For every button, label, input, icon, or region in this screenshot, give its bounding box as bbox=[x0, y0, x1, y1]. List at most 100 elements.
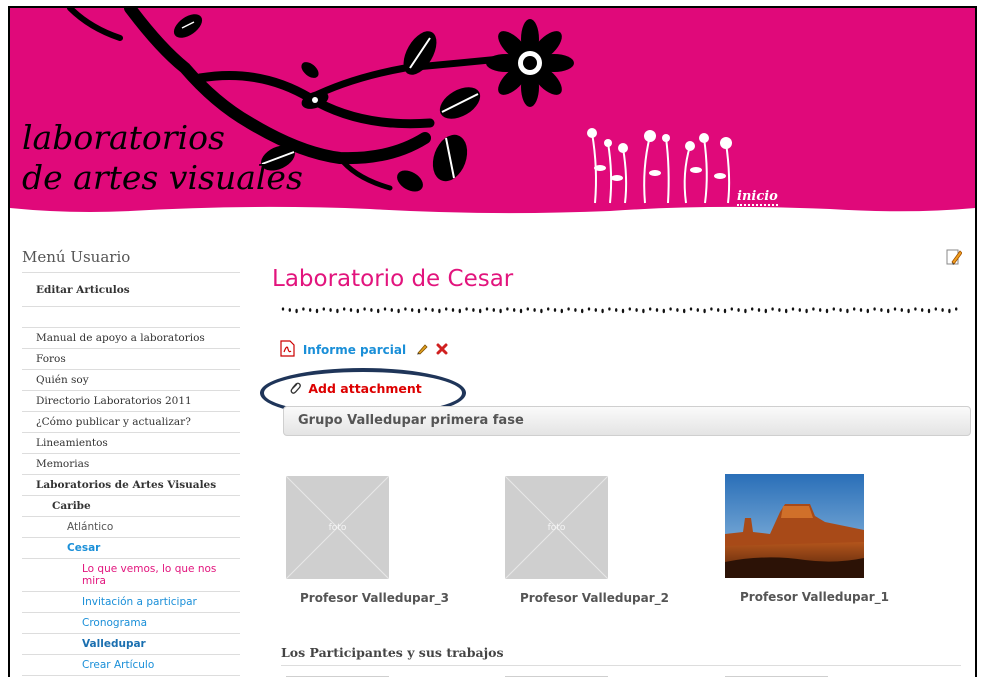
divider-dot bbox=[383, 307, 387, 311]
photo-placeholder-label: foto bbox=[547, 523, 566, 533]
divider-dot bbox=[445, 307, 448, 311]
menu-item-foros[interactable]: Foros bbox=[22, 349, 240, 370]
divider-dot bbox=[941, 308, 944, 312]
divider-dot bbox=[900, 308, 903, 312]
delete-icon[interactable] bbox=[436, 343, 448, 358]
divider-dot bbox=[553, 308, 557, 312]
divider-dot bbox=[669, 307, 672, 311]
divider-dot bbox=[519, 308, 523, 314]
divider-dot bbox=[676, 308, 679, 312]
divider-dot bbox=[288, 308, 291, 312]
divider-dot bbox=[397, 308, 400, 314]
menu-item-quien-soy[interactable]: Quién soy bbox=[22, 370, 240, 391]
menu-item-caribe[interactable]: Caribe bbox=[22, 496, 240, 517]
divider-dot bbox=[689, 307, 693, 311]
group-title-bar: Grupo Valledupar primera fase bbox=[283, 406, 971, 436]
divider-dot bbox=[846, 308, 849, 314]
divider-dot bbox=[281, 307, 285, 311]
divider-dot bbox=[601, 308, 604, 314]
divider-dot bbox=[608, 307, 611, 311]
divider-dot bbox=[295, 308, 298, 314]
divider-dot bbox=[485, 307, 489, 311]
site-logo-line2: de artes visuales bbox=[22, 158, 303, 197]
divider-dot bbox=[839, 308, 842, 312]
divider-dot bbox=[567, 307, 570, 311]
divider-dot bbox=[948, 308, 951, 314]
desert-landscape-image bbox=[725, 474, 864, 578]
page-frame: laboratorios de artes visuales inicio Me… bbox=[8, 6, 977, 677]
divider-dot bbox=[703, 308, 706, 314]
divider-dot bbox=[662, 308, 665, 314]
page-title: Laboratorio de Cesar bbox=[272, 266, 514, 292]
site-logo-line1: laboratorios bbox=[22, 118, 225, 157]
divider-dot bbox=[730, 307, 733, 311]
menu-item-memorias[interactable]: Memorias bbox=[22, 454, 240, 475]
pencil-icon[interactable] bbox=[416, 343, 428, 358]
menu-title: Menú Usuario bbox=[22, 248, 240, 273]
divider-dot bbox=[764, 308, 767, 314]
title-dotted-divider bbox=[281, 307, 958, 314]
divider-dot bbox=[615, 308, 618, 312]
menu-item-atlantico[interactable]: Atlántico bbox=[22, 517, 240, 538]
edit-page-icon[interactable] bbox=[946, 248, 963, 266]
menu-item-valledupar[interactable]: Valledupar bbox=[22, 634, 240, 655]
divider-dot bbox=[370, 308, 373, 312]
divider-dot bbox=[329, 308, 332, 312]
informe-parcial-link[interactable]: Informe parcial bbox=[303, 343, 406, 357]
user-menu-sidebar: Menú Usuario Editar Articulos Manual de … bbox=[22, 248, 240, 676]
divider-dot bbox=[417, 308, 421, 314]
photo-thumbnail-1[interactable] bbox=[725, 474, 864, 578]
divider-dot bbox=[424, 307, 427, 311]
divider-dot bbox=[594, 308, 597, 312]
divider-dot bbox=[866, 308, 869, 314]
divider-dot bbox=[791, 307, 795, 311]
divider-dot bbox=[560, 308, 563, 314]
divider-dot bbox=[540, 308, 543, 314]
divider-dot bbox=[513, 308, 516, 312]
divider-dot bbox=[710, 307, 713, 311]
menu-item-invitacion[interactable]: Invitación a participar bbox=[22, 592, 240, 613]
menu-item-laboratorios[interactable]: Laboratorios de Artes Visuales bbox=[22, 475, 240, 496]
inicio-link[interactable]: inicio bbox=[737, 189, 778, 206]
menu-item-lo-que-vemos[interactable]: Lo que vemos, lo que nos mira bbox=[22, 559, 240, 592]
divider-dot bbox=[778, 308, 781, 312]
divider-dot bbox=[853, 307, 856, 311]
photo-caption-1[interactable]: Profesor Valledupar_1 bbox=[740, 590, 889, 604]
photo-thumbnail-3[interactable]: foto bbox=[286, 476, 389, 579]
menu-item-cronograma[interactable]: Cronograma bbox=[22, 613, 240, 634]
divider-dot bbox=[526, 307, 529, 311]
divider-dot bbox=[683, 308, 686, 314]
divider-dot bbox=[343, 307, 346, 311]
divider-dot bbox=[744, 308, 747, 314]
menu-item-como-publicar[interactable]: ¿Cómo publicar y actualizar? bbox=[22, 412, 240, 433]
divider-dot bbox=[955, 307, 958, 311]
divider-dot bbox=[349, 308, 353, 312]
photo-thumbnail-2[interactable]: foto bbox=[505, 476, 608, 579]
divider-dot bbox=[723, 308, 727, 314]
divider-dot bbox=[893, 307, 897, 311]
divider-dot bbox=[574, 308, 577, 312]
pdf-icon[interactable] bbox=[280, 340, 295, 360]
menu-item-crear-articulo[interactable]: Crear Artículo bbox=[22, 655, 240, 676]
divider-dot bbox=[506, 307, 509, 311]
menu-item-manual[interactable]: Manual de apoyo a laboratorios bbox=[22, 327, 240, 349]
header-banner: laboratorios de artes visuales inicio bbox=[10, 8, 975, 218]
divider-dot bbox=[322, 307, 325, 311]
divider-dot bbox=[819, 308, 822, 312]
divider-dot bbox=[805, 308, 808, 314]
photo-caption-2[interactable]: Profesor Valledupar_2 bbox=[520, 591, 669, 605]
divider-dot bbox=[438, 308, 441, 314]
menu-item-cesar[interactable]: Cesar bbox=[22, 538, 240, 559]
photo-caption-3[interactable]: Profesor Valledupar_3 bbox=[300, 591, 449, 605]
section-heading: Los Participantes y sus trabajos bbox=[281, 645, 961, 666]
divider-dot bbox=[479, 308, 482, 314]
divider-dot bbox=[621, 308, 625, 314]
divider-dot bbox=[309, 308, 312, 312]
divider-dot bbox=[472, 308, 475, 312]
menu-item-lineamientos[interactable]: Lineamientos bbox=[22, 433, 240, 454]
divider-dot bbox=[921, 308, 924, 312]
menu-item-directorio[interactable]: Directorio Laboratorios 2011 bbox=[22, 391, 240, 412]
menu-item-editar-articulos[interactable]: Editar Articulos bbox=[22, 273, 240, 307]
divider-dot bbox=[914, 307, 917, 311]
divider-dot bbox=[737, 308, 740, 312]
